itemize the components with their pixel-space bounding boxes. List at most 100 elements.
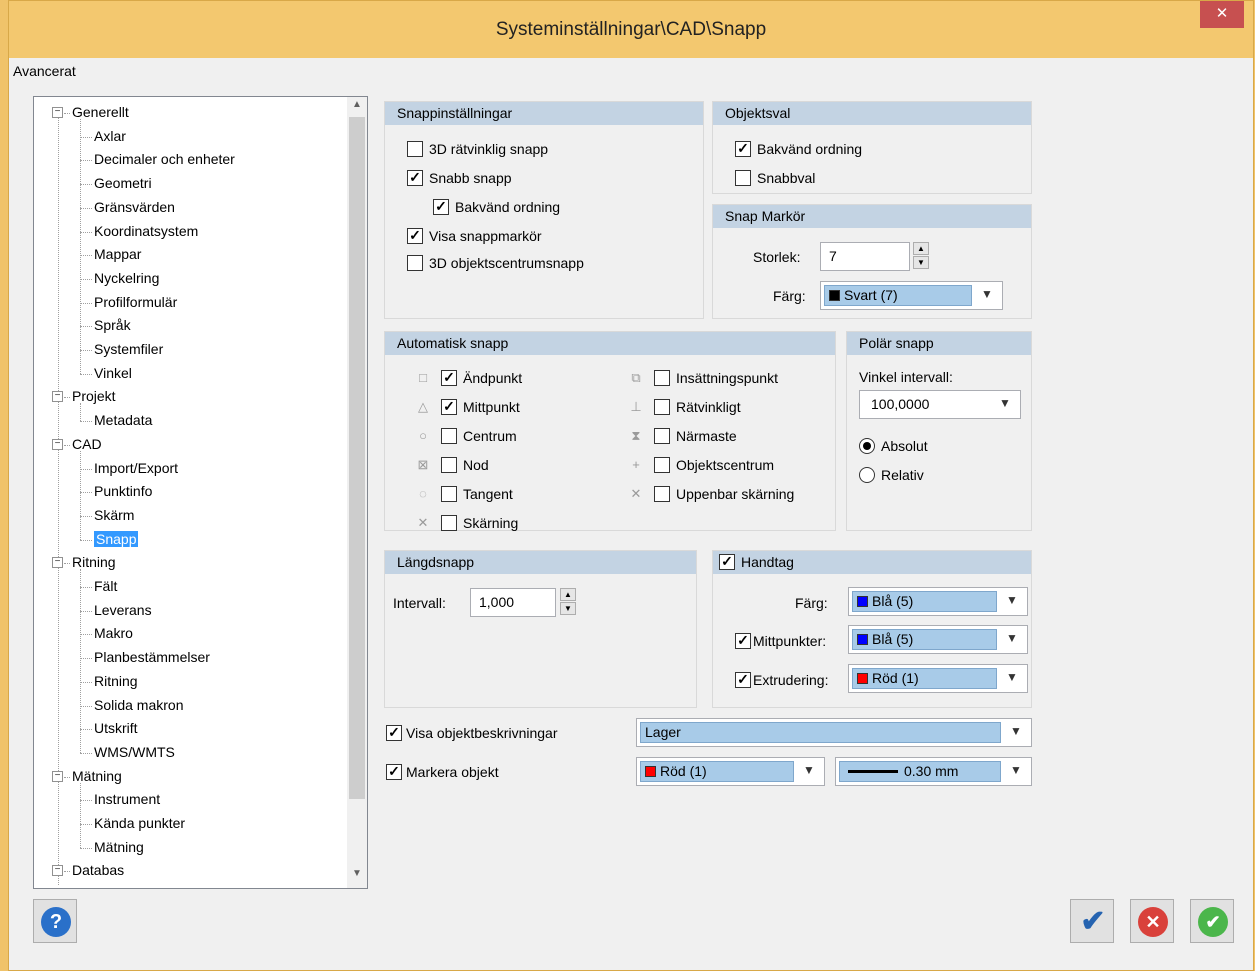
nearest-snap-icon: ⧗ xyxy=(631,428,641,443)
tree-label: Geometri xyxy=(94,175,152,192)
scroll-up-icon[interactable]: ▲ xyxy=(347,99,367,117)
chevron-down-icon[interactable]: ▼ xyxy=(998,396,1012,410)
intersection-snap-icon: ✕ xyxy=(417,515,429,530)
checkbox-box[interactable]: ✓ xyxy=(386,725,402,741)
checkbox-label: Uppenbar skärning xyxy=(676,486,795,502)
collapse-icon[interactable]: − xyxy=(52,107,63,118)
objektbeskrivningar-select[interactable]: Lager ▼ xyxy=(636,718,1032,747)
checkbox-box[interactable] xyxy=(441,515,457,531)
checkbox-label: Tangent xyxy=(463,486,513,502)
snap-markor-color-select[interactable]: Svart (7) ▼ xyxy=(820,281,1003,310)
collapse-icon[interactable]: − xyxy=(52,865,63,877)
checkbox-box[interactable]: ✓ xyxy=(441,399,457,415)
checkbox-box[interactable]: ✓ xyxy=(386,764,402,780)
tree-connector xyxy=(64,776,70,778)
radio-button[interactable] xyxy=(859,467,875,483)
checkbox-box[interactable]: ✓ xyxy=(735,633,751,649)
apparent-intersection-snap-icon: ✕ xyxy=(630,486,642,501)
tree-connector xyxy=(80,800,92,802)
markera-line-width-select[interactable]: 0.30 mm ▼ xyxy=(835,757,1032,786)
checkbox-box[interactable] xyxy=(735,170,751,186)
checkbox-box[interactable] xyxy=(407,255,423,271)
checkbox-box[interactable] xyxy=(654,486,670,502)
chevron-down-icon[interactable]: ▼ xyxy=(980,287,994,301)
tree-label: Metadata xyxy=(94,412,153,429)
tree-label: Mappar xyxy=(94,246,142,263)
checkbox-box[interactable] xyxy=(441,428,457,444)
mittpunkter-color-select[interactable]: Blå (5) ▼ xyxy=(848,625,1028,654)
checkbox-box[interactable]: ✓ xyxy=(433,199,449,215)
tree-label: Databas xyxy=(72,862,125,879)
chevron-down-icon[interactable]: ▼ xyxy=(802,763,816,777)
cancel-button[interactable]: ✕ xyxy=(1130,899,1174,943)
intervall-spinner[interactable]: ▲ ▼ xyxy=(560,588,577,617)
chevron-down-icon[interactable]: ▼ xyxy=(1005,593,1019,607)
checkbox-box[interactable]: ✓ xyxy=(407,170,423,186)
apply-button[interactable]: ✔ xyxy=(1190,899,1234,943)
langdsnapp-group: Längdsnapp Intervall: 1,000 ▲ ▼ xyxy=(384,550,697,708)
tree-connector xyxy=(80,160,92,162)
group-header: ✓ Handtag xyxy=(713,551,1031,574)
collapse-icon[interactable]: − xyxy=(52,391,63,403)
object-center-snap-icon: + xyxy=(632,457,640,472)
tree-label: Koordinatsystem xyxy=(94,222,199,239)
collapse-icon[interactable]: − xyxy=(52,770,63,782)
chevron-down-icon[interactable]: ▼ xyxy=(1005,670,1019,684)
checkbox-label: Visa objektbeskrivningar xyxy=(406,725,558,741)
ok-button[interactable]: ✔ xyxy=(1070,899,1114,943)
spin-up-icon[interactable]: ▲ xyxy=(560,588,576,601)
collapse-icon[interactable]: − xyxy=(52,557,63,569)
tree-connector xyxy=(64,444,70,446)
intervall-input[interactable]: 1,000 xyxy=(470,588,556,617)
checkbox-box[interactable]: ✓ xyxy=(735,672,751,688)
handtag-checkbox[interactable]: ✓ xyxy=(719,554,735,570)
close-button[interactable]: ✕ xyxy=(1200,1,1244,28)
checkbox-box[interactable] xyxy=(441,457,457,473)
tree-label: Systemfiler xyxy=(94,341,164,357)
radio-button[interactable] xyxy=(859,438,875,454)
tree-connector xyxy=(80,539,92,541)
scroll-thumb[interactable] xyxy=(349,117,365,799)
combo-value: 100,0000 xyxy=(871,396,930,412)
group-header: Längdsnapp xyxy=(385,551,696,574)
vinkel-intervall-select[interactable]: 100,0000 ▼ xyxy=(859,390,1021,419)
handtag-color-select[interactable]: Blå (5) ▼ xyxy=(848,587,1028,616)
markera-color-select[interactable]: Röd (1) ▼ xyxy=(636,757,825,786)
tree-label: Vinkel xyxy=(94,364,132,381)
spin-down-icon[interactable]: ▼ xyxy=(560,602,576,615)
tree-connector xyxy=(80,255,92,257)
tree-label: Mätning xyxy=(72,767,122,784)
checkbox-label: Närmaste xyxy=(676,428,737,444)
collapse-icon[interactable]: − xyxy=(52,438,63,450)
chevron-down-icon[interactable]: ▼ xyxy=(1005,631,1019,645)
color-swatch xyxy=(857,634,868,645)
settings-tree[interactable]: ▲ ▼ − Generellt Axlar Decimaler och enheter… xyxy=(33,96,368,889)
tree-scrollbar[interactable]: ▲ ▼ xyxy=(347,97,367,888)
vinkel-intervall-label: Vinkel intervall: xyxy=(859,369,953,385)
extrudering-color-select[interactable]: Röd (1) ▼ xyxy=(848,664,1028,693)
spin-up-icon[interactable]: ▲ xyxy=(913,242,929,255)
checkbox-box[interactable] xyxy=(654,457,670,473)
checkbox-label: Objektscentrum xyxy=(676,457,775,473)
checkbox-box[interactable] xyxy=(654,399,670,415)
storlek-input[interactable]: 7 xyxy=(820,242,910,271)
chevron-down-icon[interactable]: ▼ xyxy=(1009,763,1023,777)
chevron-down-icon[interactable]: ▼ xyxy=(1009,724,1023,738)
checkbox-box[interactable]: ✓ xyxy=(735,141,751,157)
storlek-spinner[interactable]: ▲ ▼ xyxy=(913,242,930,271)
checkbox-box[interactable] xyxy=(654,428,670,444)
tree-connector xyxy=(80,421,92,423)
checkbox-box[interactable] xyxy=(407,141,423,157)
spin-down-icon[interactable]: ▼ xyxy=(913,256,929,269)
storlek-label: Storlek: xyxy=(753,249,801,265)
checkbox-box[interactable]: ✓ xyxy=(441,370,457,386)
help-button[interactable]: ? xyxy=(33,899,77,943)
checkbox-box[interactable] xyxy=(654,370,670,386)
menu-item-avancerat[interactable]: Avancerat xyxy=(13,63,76,79)
tree-connector xyxy=(80,302,92,304)
checkbox-box[interactable]: ✓ xyxy=(407,228,423,244)
tree-connector xyxy=(80,681,92,683)
color-name: Röd (1) xyxy=(872,670,919,686)
checkbox-box[interactable] xyxy=(441,486,457,502)
scroll-down-icon[interactable]: ▼ xyxy=(347,868,367,886)
